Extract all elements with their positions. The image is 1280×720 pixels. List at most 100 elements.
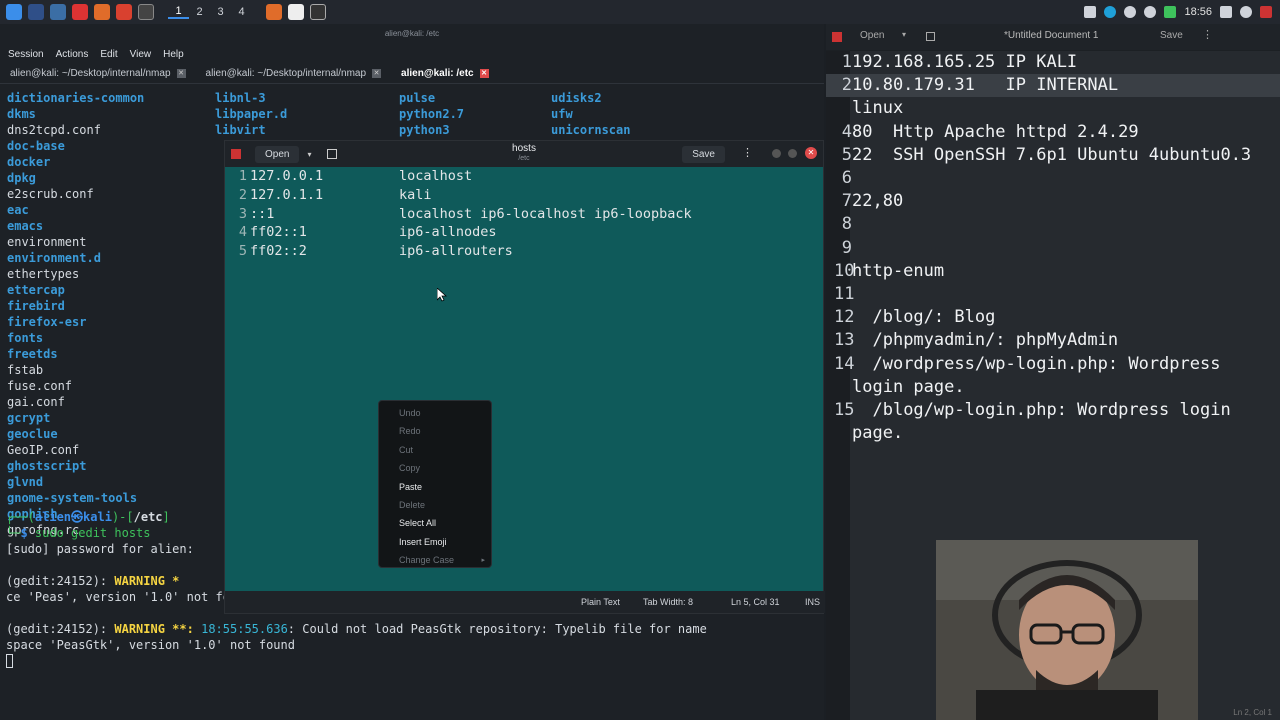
terminal-tabbar: alien@kali: ~/Desktop/internal/nmap ✕ ali…	[0, 64, 824, 84]
close-icon[interactable]: ✕	[805, 147, 817, 159]
context-menu-item[interactable]: Redo	[379, 422, 491, 440]
workspace-4[interactable]: 4	[231, 6, 252, 18]
volume-icon[interactable]	[1124, 6, 1137, 18]
context-menu-item[interactable]: Copy	[379, 459, 491, 477]
ls-entry: fonts	[7, 331, 44, 345]
line-text: 10.80.179.31 IP INTERNAL	[852, 75, 1119, 96]
workspace-2[interactable]: 2	[189, 6, 210, 18]
editor-line: 4 80 Http Apache httpd 2.4.29	[826, 121, 1280, 144]
menu-help[interactable]: Help	[163, 49, 184, 60]
kali-menu-icon[interactable]	[6, 4, 22, 20]
ls-entry: gnome-system-tools	[7, 491, 138, 505]
task-firefox-icon[interactable]	[266, 4, 282, 20]
ls-entry: fstab	[7, 363, 44, 377]
ls-entry: ethertypes	[7, 267, 80, 281]
ls-entry: ettercap	[7, 283, 65, 297]
us-flag-icon[interactable]	[1260, 6, 1272, 18]
terminal-menubar: Session Actions Edit View Help	[0, 44, 824, 64]
save-button[interactable]: Save	[682, 146, 725, 163]
editor-line: 2 10.80.179.31 IP INTERNAL	[826, 74, 1280, 98]
lock-icon[interactable]	[1220, 6, 1232, 18]
screen-icon[interactable]	[1084, 6, 1097, 18]
close-icon[interactable]: ✕	[372, 69, 382, 78]
line-text: /blog/: Blog	[852, 307, 996, 328]
editor-line: 14 /wordpress/wp-login.php: Wordpress lo…	[826, 353, 1280, 399]
editor-line: 10 http-enum	[826, 260, 1280, 283]
line-number: 2	[841, 75, 852, 96]
ls-entry: emacs	[7, 219, 44, 233]
tab-width-selector[interactable]: Tab Width: 8	[643, 597, 693, 607]
desktop-icon[interactable]	[28, 4, 44, 20]
ls-entry: ufw	[551, 107, 573, 121]
window-subtitle: /etc	[518, 155, 530, 162]
terminal-tab-3[interactable]: alien@kali: /etc ✕	[391, 68, 499, 79]
line-number: 7	[841, 191, 852, 212]
minimize-icon[interactable]	[772, 149, 781, 158]
menu-session[interactable]: Session	[8, 49, 44, 60]
top-panel: 1 2 3 4 18:56	[0, 0, 1280, 24]
context-menu-item[interactable]: Insert Emoji	[379, 533, 491, 551]
context-menu-item[interactable]: Undo	[379, 404, 491, 422]
headerbar: Open ▾ hosts /etc Save ⋮ ✕	[225, 141, 823, 167]
submenu-arrow-icon: ▸	[481, 557, 485, 565]
tab-label: alien@kali: ~/Desktop/internal/nmap	[205, 68, 367, 79]
editor-line: linux	[826, 97, 1280, 120]
editor-line: 9	[826, 237, 1280, 260]
brave-icon[interactable]	[116, 4, 132, 20]
ls-entry: firebird	[7, 299, 65, 313]
menu-actions[interactable]: Actions	[56, 49, 89, 60]
terminal-tab-2[interactable]: alien@kali: ~/Desktop/internal/nmap ✕	[196, 68, 392, 79]
hamburger-menu-icon[interactable]: ⋮	[742, 146, 753, 159]
window-title: hosts	[512, 143, 536, 154]
power-icon[interactable]	[1240, 6, 1252, 18]
terminal-tab-1[interactable]: alien@kali: ~/Desktop/internal/nmap ✕	[0, 68, 196, 79]
close-icon[interactable]: ✕	[176, 69, 186, 78]
task-terminal-icon[interactable]	[310, 4, 326, 20]
workspace-1[interactable]: 1	[168, 5, 189, 19]
firefox-icon[interactable]	[94, 4, 110, 20]
save-button[interactable]: Save	[1160, 30, 1183, 41]
task-gedit-icon[interactable]	[288, 4, 304, 20]
file-manager-icon[interactable]	[50, 4, 66, 20]
syntax-selector[interactable]: Plain Text	[581, 597, 620, 607]
clock[interactable]: 18:56	[1184, 6, 1212, 18]
maximize-icon[interactable]	[788, 149, 797, 158]
workspace-3[interactable]: 3	[210, 6, 231, 18]
ls-column-2: libnl-3 libpaper.d libvirt	[215, 90, 287, 138]
open-button[interactable]: Open	[860, 30, 884, 41]
app-tray-icon[interactable]	[1104, 6, 1117, 18]
editor-line: 4 ff02::1 ip6-allnodes	[225, 223, 825, 242]
editor-line: 2 127.0.1.1 kali	[225, 186, 825, 205]
menu-view[interactable]: View	[130, 49, 152, 60]
context-menu-item[interactable]: Delete	[379, 496, 491, 514]
line-text	[852, 283, 1280, 306]
context-menu-item[interactable]: Change Case	[379, 551, 491, 569]
pdf-icon[interactable]	[72, 4, 88, 20]
line-text: /blog/wp-login.php: Wordpress login page…	[852, 399, 1241, 444]
context-menu-item[interactable]: Cut	[379, 441, 491, 459]
close-icon[interactable]: ✕	[479, 69, 489, 78]
editor-text-area[interactable]: 1 127.0.0.1 localhost 2 127.0.1.1 kali 3::1 loc…	[225, 167, 825, 261]
ls-entry: gcrypt	[7, 411, 51, 425]
line-number: 2	[238, 186, 247, 203]
hamburger-menu-icon[interactable]: ⋮	[1202, 28, 1213, 41]
new-tab-icon[interactable]	[926, 32, 935, 41]
editor-line: 5 ff02::2 ip6-allrouters	[225, 242, 825, 261]
tab-label: alien@kali: ~/Desktop/internal/nmap	[10, 68, 171, 79]
ls-entry: fuse.conf	[7, 379, 73, 393]
battery-icon[interactable]	[1164, 6, 1177, 18]
webcam-overlay	[936, 540, 1198, 720]
open-dropdown-icon[interactable]: ▾	[902, 30, 906, 39]
line-number: 8	[841, 214, 852, 235]
notification-icon[interactable]	[1144, 6, 1157, 18]
cursor-position: Ln 2, Col 1	[1233, 708, 1272, 717]
context-menu-item[interactable]: Select All	[379, 514, 491, 532]
menu-edit[interactable]: Edit	[100, 49, 117, 60]
line-text: linux	[852, 98, 904, 119]
ls-column-3: pulse python2.7 python3	[399, 90, 464, 138]
editor-line: 15 /blog/wp-login.php: Wordpress login p…	[826, 399, 1280, 445]
context-menu-item[interactable]: Paste	[379, 478, 491, 496]
ls-entry: GeoIP.conf	[7, 443, 80, 457]
terminal-icon[interactable]	[138, 4, 154, 20]
cursor	[6, 654, 13, 668]
